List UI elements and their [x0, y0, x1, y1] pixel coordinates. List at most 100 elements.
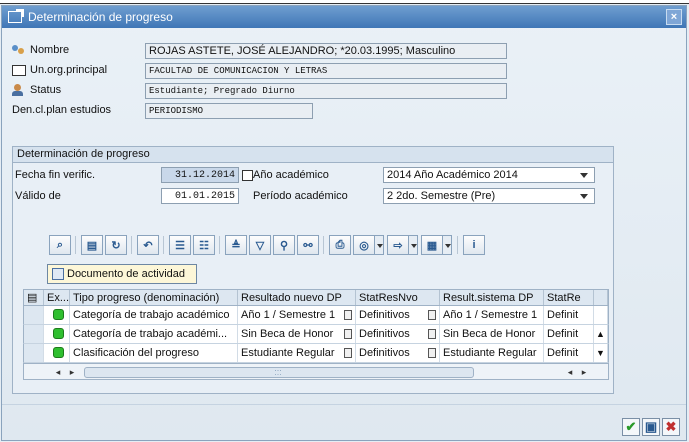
documento-actividad-label: Documento de actividad — [67, 268, 186, 280]
document-icon — [52, 268, 64, 280]
save-button[interactable]: ▣ — [642, 418, 660, 436]
status-field: Estudiante; Pregrado Diurno — [145, 83, 507, 99]
calendar-icon[interactable] — [242, 170, 253, 181]
table-row[interactable]: Categoría de trabajo académico Año 1 / S… — [23, 306, 609, 325]
column-settings-icon[interactable] — [594, 290, 608, 305]
dialog-window: Determinación de progreso × Nombre ROJAS… — [1, 5, 687, 441]
view-dropdown[interactable] — [374, 235, 384, 255]
table-header: ▤ Ex... Tipo progreso (denominación) Res… — [23, 289, 609, 306]
cell-resultado[interactable]: Año 1 / Semestre 1 — [238, 306, 356, 324]
title-bar: Determinación de progreso × — [2, 6, 686, 28]
group-title: Determinación de progreso — [13, 147, 613, 163]
scroll-right-icon-2[interactable]: ▸ — [578, 366, 590, 378]
cell-stat[interactable]: Definitivos — [356, 306, 440, 324]
cell-statre: Definit — [544, 325, 594, 343]
print-icon[interactable]: ⎙ — [329, 235, 351, 255]
dialog-icon — [8, 9, 24, 23]
footer-divider — [2, 404, 686, 405]
status-led-icon — [44, 306, 70, 324]
filter-icon[interactable]: ▽ — [249, 235, 271, 255]
scroll-up-icon[interactable]: ▲ — [594, 325, 608, 343]
unorg-field: FACULTAD DE COMUNICACION Y LETRAS — [145, 63, 507, 79]
refresh-icon[interactable]: ↻ — [105, 235, 127, 255]
scroll-left-icon-2[interactable]: ◂ — [564, 366, 576, 378]
cell-tipo: Categoría de trabajo académi... — [70, 325, 238, 343]
scroll-grip-icon: ::: — [274, 367, 282, 377]
table-row[interactable]: Clasificación del progreso Estudiante Re… — [23, 344, 609, 363]
value-help-icon[interactable] — [344, 329, 352, 339]
export-icon[interactable]: ⇨ — [387, 235, 409, 255]
periodo-label: Período académico — [253, 190, 348, 202]
sort-asc-icon[interactable]: ≜ — [225, 235, 247, 255]
value-help-icon[interactable] — [428, 348, 436, 358]
cell-resultado[interactable]: Estudiante Regular — [238, 344, 356, 362]
fecha-label: Fecha fin verific. — [15, 169, 96, 181]
value-help-icon[interactable] — [344, 310, 352, 320]
nombre-row: Nombre — [12, 44, 69, 56]
cell-resultado[interactable]: Sin Beca de Honor — [238, 325, 356, 343]
cell-statre: Definit — [544, 344, 594, 362]
col-statre[interactable]: StatRe — [544, 290, 594, 305]
status-row: Status — [12, 84, 61, 96]
nombre-label: Nombre — [30, 44, 70, 56]
col-sistema[interactable]: Result.sistema DP — [440, 290, 544, 305]
folder-icon[interactable]: ▤ — [81, 235, 103, 255]
status-led-icon — [44, 325, 70, 343]
window-title: Determinación de progreso — [28, 10, 173, 24]
top-border — [0, 0, 689, 4]
valido-input[interactable]: 01.01.2015 — [161, 188, 239, 204]
cell-sistema: Estudiante Regular — [440, 344, 544, 362]
value-help-icon[interactable] — [344, 348, 352, 358]
periodo-select[interactable]: 2 2do. Semestre (Pre) — [383, 188, 595, 204]
scroll-left-icon[interactable]: ◂ — [52, 366, 64, 378]
status-led-icon — [44, 344, 70, 362]
cell-statre: Definit — [544, 306, 594, 324]
horizontal-scrollbar[interactable]: ◂ ▸ ::: ◂ ▸ — [23, 363, 609, 380]
select-all-icon[interactable]: ☰ — [169, 235, 191, 255]
row-selector[interactable] — [24, 325, 44, 343]
table-toolbar: ⌕ ▤ ↻ ↶ ☰ ☷ ≜ ▽ ⚲ ⚯ ⎙ ◎ ⇨ ▦ i — [49, 233, 487, 257]
person-group-icon — [12, 44, 26, 56]
col-ex[interactable]: Ex... — [44, 290, 70, 305]
anio-select[interactable]: 2014 Año Académico 2014 — [383, 167, 595, 183]
layout-icon[interactable]: ▦ — [421, 235, 443, 255]
scroll-right-icon[interactable]: ▸ — [66, 366, 78, 378]
scroll-down-icon[interactable]: ▼ — [594, 344, 608, 362]
progress-group: Determinación de progreso Fecha fin veri… — [12, 146, 614, 394]
chevron-down-icon — [580, 173, 588, 178]
info-icon[interactable]: i — [463, 235, 485, 255]
unorg-label: Un.org.principal — [30, 64, 108, 76]
row-selector[interactable] — [24, 344, 44, 362]
valido-label: Válido de — [15, 190, 61, 202]
confirm-button[interactable]: ✔ — [622, 418, 640, 436]
value-help-icon[interactable] — [428, 310, 436, 320]
value-help-icon[interactable] — [428, 329, 436, 339]
details-icon[interactable]: ⌕ — [49, 235, 71, 255]
close-button[interactable]: × — [666, 9, 682, 25]
cancel-button[interactable]: ✖ — [662, 418, 680, 436]
find-next-icon[interactable]: ⚯ — [297, 235, 319, 255]
nombre-field: ROJAS ASTETE, JOSÉ ALEJANDRO; *20.03.199… — [145, 43, 507, 59]
col-resultado[interactable]: Resultado nuevo DP — [238, 290, 356, 305]
plan-label: Den.cl.plan estudios — [12, 104, 112, 116]
unorg-row: Un.org.principal — [12, 64, 107, 76]
status-label: Status — [30, 84, 62, 96]
fecha-input[interactable]: 31.12.2014 — [161, 167, 239, 183]
select-all-column-icon[interactable]: ▤ — [24, 290, 44, 305]
deselect-all-icon[interactable]: ☷ — [193, 235, 215, 255]
view-icon[interactable]: ◎ — [353, 235, 375, 255]
row-selector[interactable] — [24, 306, 44, 324]
cell-stat[interactable]: Definitivos — [356, 344, 440, 362]
col-tipo[interactable]: Tipo progreso (denominación) — [70, 290, 238, 305]
export-dropdown[interactable] — [408, 235, 418, 255]
find-icon[interactable]: ⚲ — [273, 235, 295, 255]
layout-dropdown[interactable] — [442, 235, 452, 255]
cell-stat[interactable]: Definitivos — [356, 325, 440, 343]
scroll-empty — [594, 306, 608, 324]
col-statresnvo[interactable]: StatResNvo — [356, 290, 440, 305]
documento-actividad-button[interactable]: Documento de actividad — [47, 264, 197, 284]
table-row[interactable]: Categoría de trabajo académi... Sin Beca… — [23, 325, 609, 344]
undo-icon[interactable]: ↶ — [137, 235, 159, 255]
cell-sistema: Sin Beca de Honor — [440, 325, 544, 343]
periodo-value: 2 2do. Semestre (Pre) — [387, 190, 496, 202]
